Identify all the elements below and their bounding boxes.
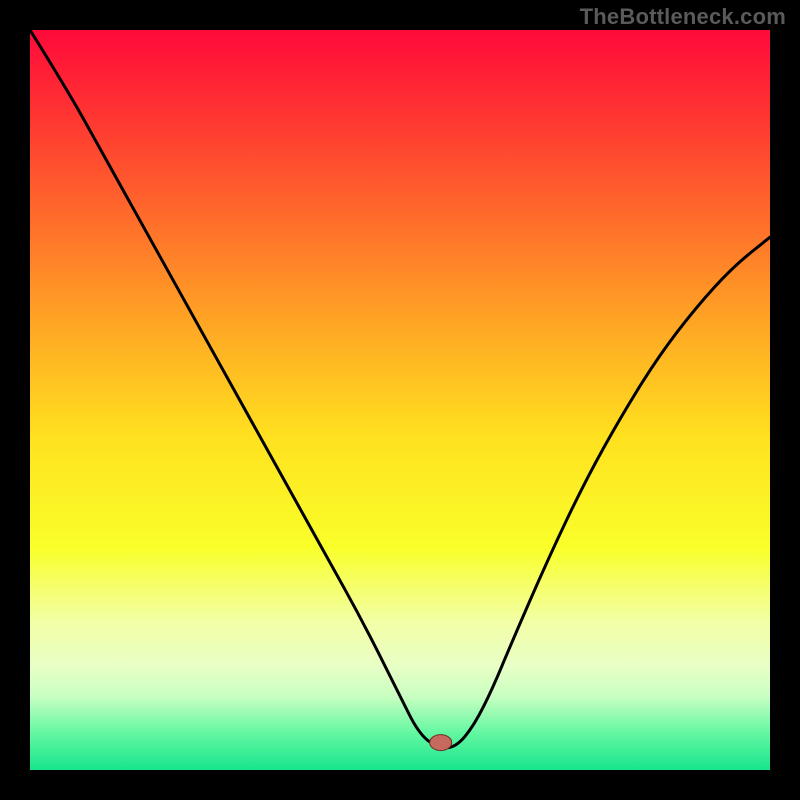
watermark-text: TheBottleneck.com: [580, 4, 786, 30]
bottleneck-chart-svg: [30, 30, 770, 770]
plot-area: [30, 30, 770, 770]
gradient-background: [30, 30, 770, 770]
chart-frame: TheBottleneck.com: [0, 0, 800, 800]
optimal-marker: [430, 735, 452, 751]
